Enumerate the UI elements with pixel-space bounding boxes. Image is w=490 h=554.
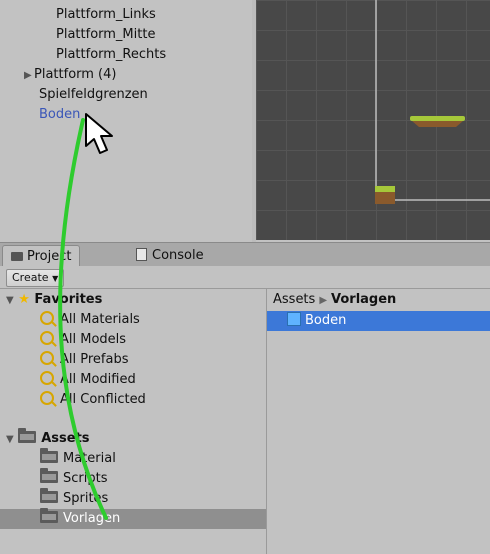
hierarchy-item[interactable]: ▶ Plattform (4) bbox=[24, 66, 116, 85]
tree-favorites[interactable]: ▼ ★ Favorites bbox=[6, 290, 102, 310]
expand-triangle-icon[interactable]: ▼ bbox=[6, 434, 14, 445]
favorite-label: All Prefabs bbox=[60, 352, 129, 367]
folder-icon bbox=[40, 468, 58, 483]
tab-project[interactable]: Project bbox=[2, 245, 81, 268]
tree-folder-item[interactable]: Scripts bbox=[40, 468, 108, 489]
hierarchy-item-label: Spielfeldgrenzen bbox=[39, 87, 148, 102]
hierarchy-item-label: Plattform (4) bbox=[34, 67, 117, 82]
tab-project-label: Project bbox=[27, 249, 72, 264]
hierarchy-item-label: Plattform_Rechts bbox=[56, 47, 167, 62]
assets-label: Assets bbox=[41, 431, 90, 446]
create-button-label: Create bbox=[12, 271, 49, 284]
search-icon bbox=[40, 351, 54, 365]
tree-favorite-item[interactable]: All Prefabs bbox=[40, 350, 129, 370]
breadcrumb: Assets ▶ Vorlagen bbox=[273, 291, 396, 310]
tree-assets[interactable]: ▼ Assets bbox=[6, 428, 90, 449]
hierarchy-item-label: Plattform_Links bbox=[56, 7, 156, 22]
hierarchy-item[interactable]: Plattform_Mitte bbox=[56, 26, 155, 44]
folder-icon bbox=[18, 428, 37, 443]
project-toolbar: Create ▼ bbox=[0, 266, 490, 289]
tree-favorite-item[interactable]: All Models bbox=[40, 330, 126, 350]
scene-canvas bbox=[375, 0, 490, 204]
hierarchy-item[interactable]: Plattform_Links bbox=[56, 6, 156, 24]
dropdown-arrow-icon: ▼ bbox=[52, 274, 59, 283]
folder-icon bbox=[11, 252, 23, 261]
favorite-label: All Materials bbox=[60, 312, 140, 327]
scene-view[interactable] bbox=[256, 0, 490, 240]
search-icon bbox=[40, 331, 54, 345]
prefab-icon bbox=[287, 312, 301, 326]
ground-sprite bbox=[375, 186, 395, 204]
tab-console[interactable]: Console bbox=[128, 245, 212, 267]
platform-sprite bbox=[410, 116, 465, 127]
folder-label: Sprites bbox=[63, 491, 109, 506]
folder-label: Vorlagen bbox=[63, 511, 121, 526]
hierarchy-item[interactable]: Plattform_Rechts bbox=[56, 46, 166, 64]
hierarchy-item[interactable]: Spielfeldgrenzen bbox=[39, 86, 148, 104]
folder-icon bbox=[40, 488, 58, 503]
search-icon bbox=[40, 371, 54, 385]
file-item-selected[interactable]: Boden bbox=[267, 311, 490, 331]
favorite-label: All Modified bbox=[60, 372, 136, 387]
tree-favorite-item[interactable]: All Materials bbox=[40, 310, 140, 330]
file-label: Boden bbox=[305, 313, 347, 328]
tree-folder-item[interactable]: Sprites bbox=[40, 488, 109, 509]
folder-label: Material bbox=[63, 451, 116, 466]
favorite-label: All Models bbox=[60, 332, 127, 347]
tree-favorite-item[interactable]: All Conflicted bbox=[40, 390, 146, 410]
breadcrumb-current[interactable]: Vorlagen bbox=[331, 292, 396, 307]
search-icon bbox=[40, 311, 54, 325]
hierarchy-item-selected[interactable]: Boden bbox=[39, 106, 80, 124]
star-icon: ★ bbox=[18, 292, 30, 307]
tab-bar: Project Console bbox=[0, 242, 490, 268]
breadcrumb-separator-icon: ▶ bbox=[319, 295, 328, 306]
hierarchy-panel: Plattform_Links Plattform_Mitte Plattfor… bbox=[0, 0, 253, 242]
search-icon bbox=[40, 391, 54, 405]
favorite-label: All Conflicted bbox=[60, 392, 146, 407]
favorites-label: Favorites bbox=[34, 292, 103, 307]
project-files-pane: Assets ▶ Vorlagen Boden bbox=[267, 289, 490, 554]
hierarchy-item-label: Plattform_Mitte bbox=[56, 27, 156, 42]
hierarchy-item-label: Boden bbox=[39, 107, 81, 122]
tree-folder-item-selected[interactable]: Vorlagen bbox=[0, 508, 266, 529]
folder-label: Scripts bbox=[63, 471, 108, 486]
expand-triangle-icon[interactable]: ▶ bbox=[24, 67, 34, 85]
expand-triangle-icon[interactable]: ▼ bbox=[6, 295, 14, 306]
console-icon bbox=[136, 248, 147, 261]
tree-favorite-item[interactable]: All Modified bbox=[40, 370, 136, 390]
project-tree: ▼ ★ Favorites All Materials All Models A… bbox=[0, 289, 267, 554]
tab-console-label: Console bbox=[152, 248, 204, 263]
breadcrumb-root[interactable]: Assets bbox=[273, 292, 315, 307]
folder-icon bbox=[40, 448, 58, 463]
create-button[interactable]: Create ▼ bbox=[6, 269, 65, 287]
tree-folder-item[interactable]: Material bbox=[40, 448, 116, 469]
folder-icon bbox=[40, 508, 58, 523]
